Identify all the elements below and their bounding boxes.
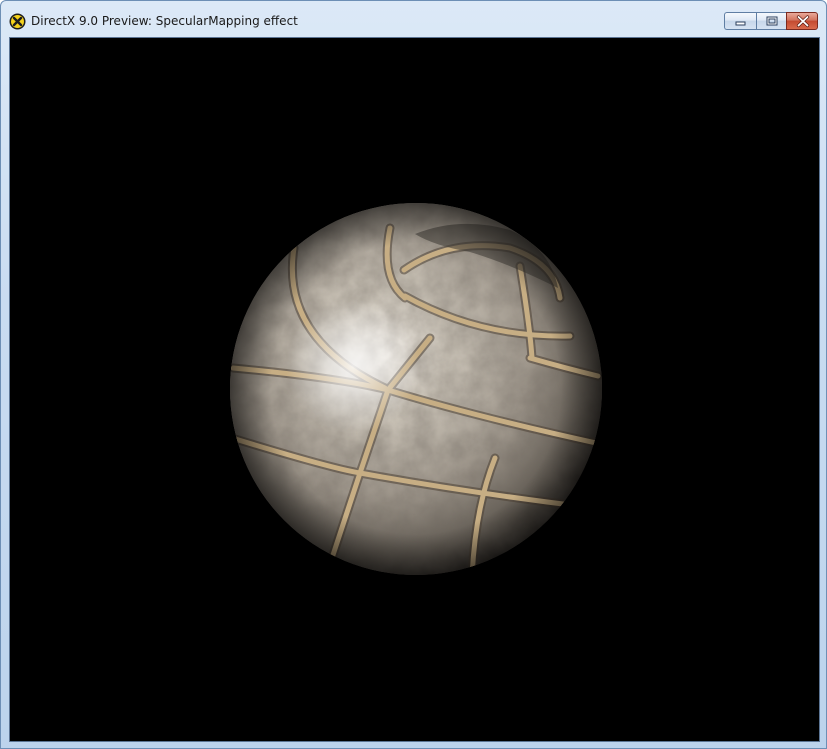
stone-sphere — [230, 203, 602, 575]
caption-buttons — [724, 12, 818, 31]
directx-icon[interactable] — [9, 13, 26, 30]
maximize-button[interactable] — [756, 12, 786, 30]
render-canvas — [230, 203, 602, 575]
minimize-button[interactable] — [724, 12, 756, 30]
close-button[interactable] — [786, 12, 818, 30]
window-title: DirectX 9.0 Preview: SpecularMapping eff… — [31, 14, 298, 28]
title-bar[interactable]: DirectX 9.0 Preview: SpecularMapping eff… — [1, 1, 826, 37]
app-window: DirectX 9.0 Preview: SpecularMapping eff… — [0, 0, 827, 749]
render-viewport[interactable] — [9, 37, 820, 742]
